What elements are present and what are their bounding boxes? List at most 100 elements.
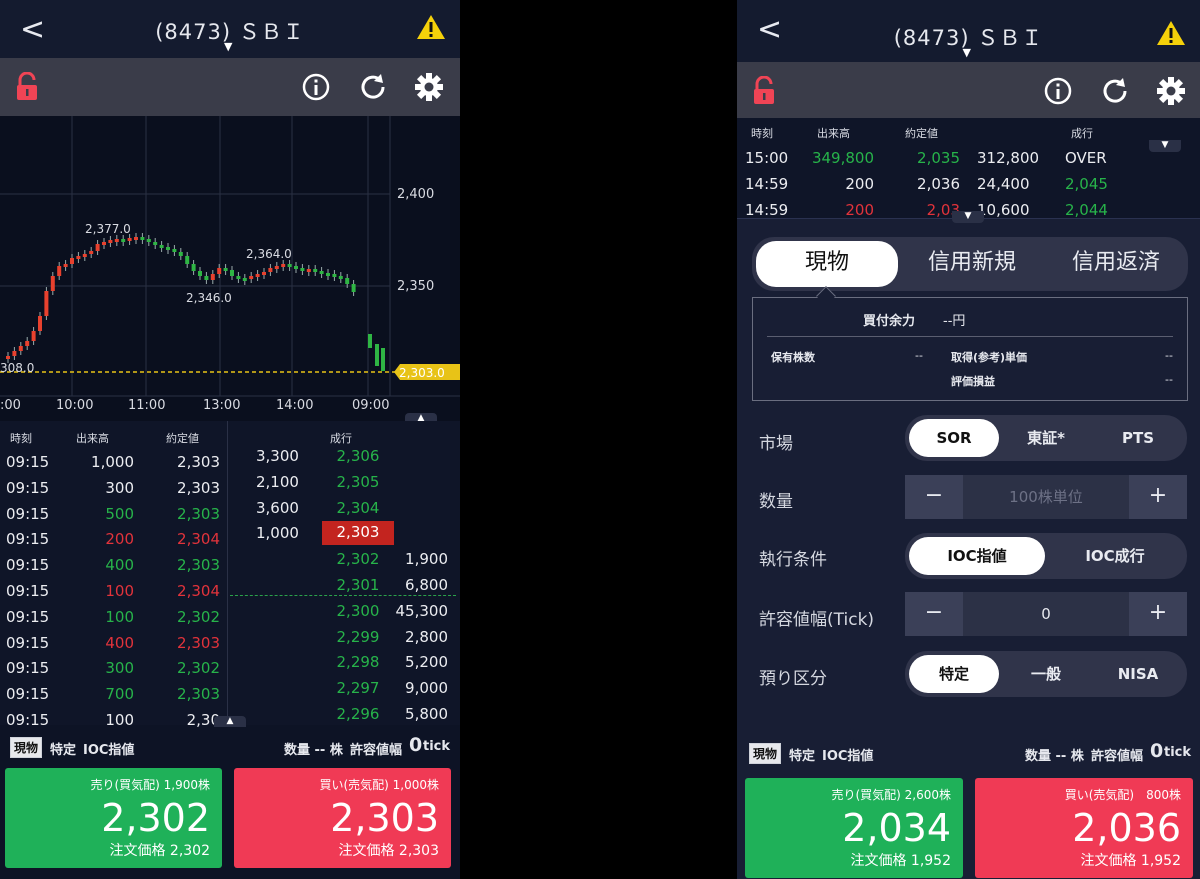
settings-gear-icon[interactable] <box>413 71 445 103</box>
tape-volume: 200 <box>845 201 874 219</box>
panel-handle[interactable]: ▼ <box>952 211 984 223</box>
tape-row: 15:00 349,800 2,035 312,800 OVER <box>737 145 1200 171</box>
buy-button[interactable]: 買い(売気配) 1,000株 2,303 注文価格 2,303 <box>234 768 451 868</box>
tolerance-value: 0 <box>1150 740 1164 762</box>
acct-nisa[interactable]: NISA <box>1093 655 1183 693</box>
tape-price: 2,303 <box>177 633 220 652</box>
cond-ioc-limit[interactable]: IOC指値 <box>909 537 1045 575</box>
candle <box>236 276 241 279</box>
title-dropdown-icon[interactable]: ▼ <box>224 40 232 53</box>
buy-label: 買い(売気配) 1,000株 <box>319 778 439 792</box>
tab-margin-close[interactable]: 信用返済 <box>1046 241 1186 287</box>
settings-gear-icon[interactable] <box>1155 75 1187 107</box>
tape-price: 2,303 <box>177 556 220 575</box>
board-row[interactable]: 2,300 45,300 <box>230 598 460 624</box>
tol-plus-button[interactable]: + <box>1129 592 1187 636</box>
board-row[interactable]: 2,302 1,900 <box>230 546 460 572</box>
candle <box>313 269 318 272</box>
tape-price: 2,303 <box>177 453 220 471</box>
type-tag: 現物 <box>10 737 43 758</box>
market-tse[interactable]: 東証* <box>1001 419 1091 457</box>
board-row[interactable]: 2,297 9,000 <box>230 675 460 701</box>
acct-specific[interactable]: 特定 <box>909 655 999 693</box>
info-icon[interactable] <box>300 71 332 103</box>
qty-minus-button[interactable]: − <box>905 475 963 519</box>
candle <box>230 270 234 276</box>
tol-minus-button[interactable]: − <box>905 592 963 636</box>
sell-label: 売り(買気配) 1,900株 <box>90 778 210 792</box>
board-row[interactable]: 2,296 5,800 <box>230 701 460 727</box>
warning-icon[interactable] <box>416 14 446 40</box>
tape-time: 09:15 <box>6 478 50 497</box>
candle <box>332 274 337 277</box>
buy-order-price: 注文価格 2,303 <box>338 843 439 859</box>
tape-price: 2,303 <box>177 685 220 704</box>
market-label: 市場 <box>759 434 793 454</box>
info-icon[interactable] <box>1042 75 1074 107</box>
board-row[interactable]: 2,301 6,800 <box>230 572 460 598</box>
tape-time: 09:15 <box>6 607 50 626</box>
tab-cash[interactable]: 現物 <box>756 241 898 287</box>
tape-time: 14:59 <box>745 201 789 219</box>
board-bid-qty: 2,800 <box>405 627 448 646</box>
candle <box>217 268 222 274</box>
tab-margin-new[interactable]: 信用新規 <box>902 241 1042 287</box>
market-label: 2,044 <box>1065 201 1108 219</box>
tape-price: 2,036 <box>917 175 960 193</box>
market-selector: SOR 東証* PTS <box>905 415 1187 461</box>
qty-summary: 数量 -- 株 <box>1025 749 1084 764</box>
board-price: 2,305 <box>336 472 380 491</box>
warning-icon[interactable] <box>1156 20 1186 46</box>
refresh-icon[interactable] <box>357 71 389 103</box>
candle <box>134 237 138 240</box>
title-dropdown-icon[interactable]: ▼ <box>963 46 971 59</box>
candle <box>102 242 106 245</box>
sell-button[interactable]: 売り(買気配) 1,900株 2,302 注文価格 2,302 <box>5 768 222 868</box>
tolerance-value: 0 <box>409 734 423 756</box>
pl-label: 評価損益 <box>951 375 995 388</box>
candle <box>262 272 266 275</box>
refresh-icon[interactable] <box>1099 75 1131 107</box>
unlock-icon[interactable] <box>14 72 40 102</box>
tape-time: 09:15 <box>6 685 50 704</box>
candle <box>191 264 196 271</box>
board-ask-qty: 2,100 <box>256 472 299 491</box>
candlestick-chart[interactable]: 2,400 2,350 2,377.0 2,364.0 2,346.0 308.… <box>0 116 460 421</box>
tape-price: 2,303 <box>177 504 220 523</box>
board-row[interactable]: 3,300 2,306 <box>230 443 460 469</box>
market-pts[interactable]: PTS <box>1093 419 1183 457</box>
candle <box>140 237 145 240</box>
candle <box>159 245 164 248</box>
tolerance-label: 許容値幅(Tick) <box>759 610 875 630</box>
tape-price: 2,303 <box>177 478 220 497</box>
candle <box>38 316 42 331</box>
board-row[interactable]: 2,100 2,305 <box>230 469 460 495</box>
board-row[interactable]: 1,000 2,303 <box>230 520 460 546</box>
market-volume: 10,600 <box>977 201 1030 219</box>
candle <box>121 239 126 242</box>
cost-label: 取得(参考)単価 <box>951 351 1028 364</box>
candle <box>345 278 350 284</box>
buy-button[interactable]: 買い(売気配) 800株 2,036 注文価格 1,952 <box>975 778 1193 878</box>
qty-plus-button[interactable]: + <box>1129 475 1187 519</box>
board-row[interactable]: 2,299 2,800 <box>230 624 460 650</box>
buy-price: 2,303 <box>330 796 439 840</box>
holdings-value: -- <box>915 349 923 362</box>
quantity-input[interactable]: 100株単位 <box>963 475 1129 519</box>
x-tick-5: 09:00 <box>352 398 389 413</box>
board-row[interactable]: 2,298 5,200 <box>230 649 460 675</box>
unlock-icon[interactable] <box>751 76 777 106</box>
sell-button[interactable]: 売り(買気配) 2,600株 2,034 注文価格 1,952 <box>745 778 963 878</box>
candle <box>57 266 62 276</box>
cond-ioc-market[interactable]: IOC成行 <box>1047 537 1183 575</box>
acct-general[interactable]: 一般 <box>1001 655 1091 693</box>
market-sor[interactable]: SOR <box>909 419 999 457</box>
header-time: 時刻 <box>751 127 773 140</box>
exec-condition-selector: IOC指値 IOC成行 <box>905 533 1187 579</box>
board-row[interactable]: 3,600 2,304 <box>230 495 460 521</box>
board-price: 2,306 <box>336 447 380 465</box>
tolerance-input[interactable]: 0 <box>963 592 1129 636</box>
candle <box>95 244 100 251</box>
chart-canvas: 2,400 2,350 2,377.0 2,364.0 2,346.0 308.… <box>0 116 460 413</box>
tolerance-stepper: − 0 + <box>905 592 1187 636</box>
